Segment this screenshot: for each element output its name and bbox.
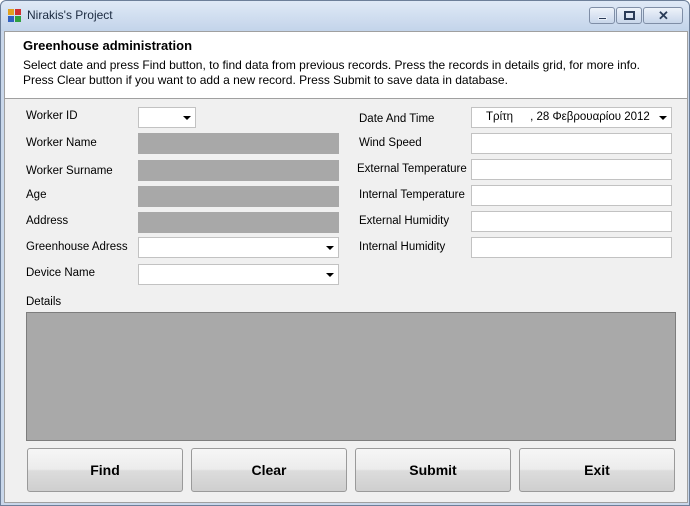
worker-name-field: [138, 133, 339, 154]
minimize-button[interactable]: [589, 7, 615, 24]
find-button[interactable]: Find: [27, 448, 183, 492]
maximize-button[interactable]: [616, 7, 642, 24]
title-bar[interactable]: Nirakis's Project ✕: [1, 1, 689, 31]
form-client-area: Greenhouse administration Select date an…: [4, 31, 688, 503]
wind-speed-field[interactable]: [471, 133, 672, 154]
external-humidity-label: External Humidity: [359, 215, 450, 227]
date-time-picker[interactable]: Τρίτη , 28 Φεβρουαρίου 2012: [471, 107, 672, 128]
greenhouse-address-label: Greenhouse Adress: [26, 241, 128, 253]
window-title: Nirakis's Project: [27, 8, 113, 22]
internal-humidity-field[interactable]: [471, 237, 672, 258]
minimize-icon: [598, 17, 607, 20]
page-description: Select date and press Find button, to fi…: [23, 58, 640, 87]
close-button[interactable]: ✕: [643, 7, 683, 24]
submit-button[interactable]: Submit: [355, 448, 511, 492]
date-rest: , 28 Φεβρουαρίου 2012: [530, 111, 650, 123]
worker-surname-label: Worker Surname: [26, 165, 113, 177]
app-icon: [8, 9, 22, 22]
worker-id-combobox[interactable]: [138, 107, 196, 128]
external-temperature-field[interactable]: [471, 159, 672, 180]
greenhouse-address-combobox[interactable]: [138, 237, 339, 258]
address-label: Address: [26, 215, 69, 227]
chevron-down-icon: [326, 273, 334, 277]
address-field: [138, 212, 339, 233]
caption-buttons: ✕: [589, 7, 683, 24]
worker-id-label: Worker ID: [26, 110, 78, 122]
page-title: Greenhouse administration: [23, 38, 193, 53]
age-field: [138, 186, 339, 207]
chevron-down-icon: [183, 116, 191, 120]
age-label: Age: [26, 189, 47, 201]
internal-temperature-field[interactable]: [471, 185, 672, 206]
wind-speed-label: Wind Speed: [359, 137, 422, 149]
date-day: Τρίτη: [486, 111, 514, 123]
external-temperature-label: External Temperature: [357, 163, 467, 175]
internal-humidity-label: Internal Humidity: [359, 241, 446, 253]
date-time-value: Τρίτη , 28 Φεβρουαρίου 2012: [486, 111, 650, 123]
chevron-down-icon: [326, 246, 334, 250]
details-grid[interactable]: [26, 312, 676, 441]
close-icon: ✕: [658, 8, 669, 23]
worker-surname-field: [138, 160, 339, 181]
worker-name-label: Worker Name: [26, 137, 97, 149]
chevron-down-icon[interactable]: [659, 116, 667, 120]
device-name-combobox[interactable]: [138, 264, 339, 285]
exit-button[interactable]: Exit: [519, 448, 675, 492]
device-name-label: Device Name: [26, 267, 96, 279]
clear-button[interactable]: Clear: [191, 448, 347, 492]
app-window: Nirakis's Project ✕ Greenhouse administr…: [0, 0, 690, 506]
details-label: Details: [26, 296, 62, 308]
header-panel: Greenhouse administration Select date an…: [5, 32, 687, 99]
external-humidity-field[interactable]: [471, 211, 672, 232]
date-time-label: Date And Time: [359, 113, 435, 125]
maximize-icon: [624, 11, 635, 20]
internal-temperature-label: Internal Temperature: [359, 189, 465, 201]
